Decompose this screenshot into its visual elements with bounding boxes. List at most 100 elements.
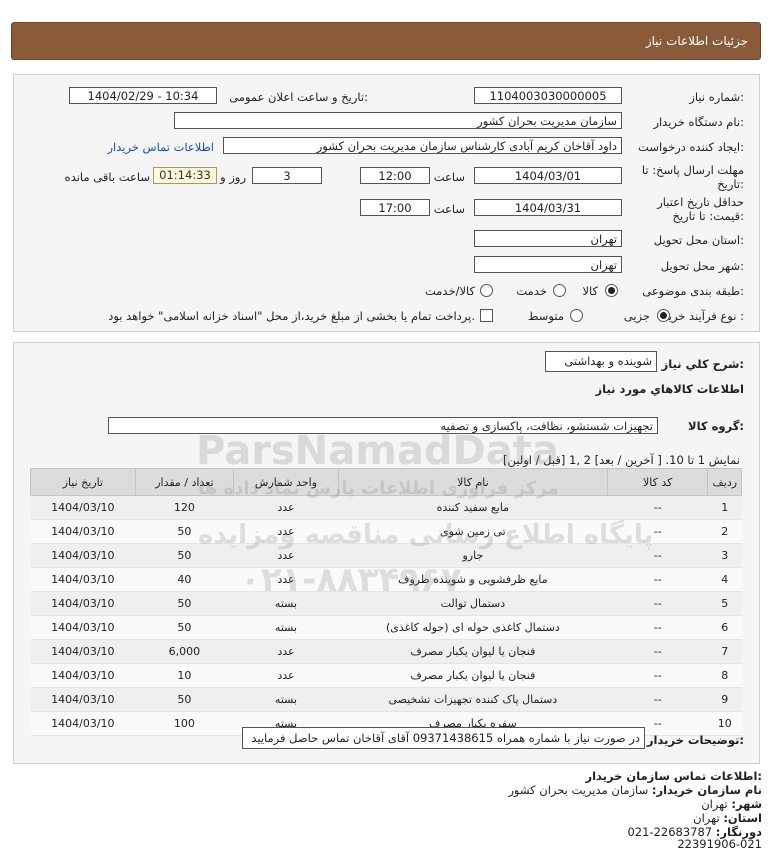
group-field: تجهیزات شستشو، نظافت، پاکسازی و تصفیه bbox=[108, 417, 658, 434]
page-header: جزئیات اطلاعات نیاز bbox=[11, 22, 761, 60]
col-code[interactable]: کد کالا bbox=[606, 468, 709, 496]
category-radio-both[interactable] bbox=[480, 284, 493, 297]
col-row[interactable]: ردیف bbox=[707, 468, 742, 496]
cell-name: دستمال توالت bbox=[338, 591, 608, 616]
contact-org-label: نام سازمان خریدار: bbox=[651, 783, 762, 797]
contact-phone: 22391906-021 bbox=[677, 837, 762, 851]
announce-label: تاریخ و ساعت اعلان عمومی: bbox=[229, 90, 368, 104]
table-row: 5 -- دستمال توالت بسته 50 1404/03/10 bbox=[30, 591, 742, 616]
cell-unit: عدد bbox=[233, 663, 339, 688]
deadline-label: مهلت ارسال پاسخ: تا تاریخ: bbox=[642, 163, 744, 191]
city-field: تهران bbox=[474, 256, 622, 273]
goods-table: ردیف کد کالا نام کالا واحد شمارش تعداد /… bbox=[30, 468, 742, 736]
cell-unit: بسته bbox=[233, 591, 339, 616]
cell-unit: عدد bbox=[233, 495, 339, 520]
buyer-org-label: نام دستگاه خریدار: bbox=[653, 115, 744, 129]
deadline-time-field: 12:00 bbox=[360, 167, 430, 184]
cell-qty: 6,000 bbox=[135, 639, 234, 664]
cell-unit: عدد bbox=[233, 543, 339, 568]
cell-date: 1404/03/10 bbox=[30, 687, 136, 712]
category-option-goods: کالا bbox=[582, 284, 598, 298]
contact-city-label: شهر: bbox=[731, 797, 762, 811]
cell-name: مایع سفید کننده bbox=[338, 495, 608, 520]
deadline-date-field: 1404/03/01 bbox=[474, 167, 622, 184]
cell-code: -- bbox=[607, 495, 708, 520]
contact-province: استان: تهران bbox=[693, 811, 762, 825]
treasury-payment-checkbox[interactable] bbox=[480, 309, 493, 322]
group-label: گروه کالا: bbox=[688, 419, 744, 433]
cell-qty: 50 bbox=[135, 543, 234, 568]
validity-label-line1: حداقل تاریخ اعتبار bbox=[657, 195, 744, 209]
table-row: 3 -- جارو عدد 50 1404/03/10 bbox=[30, 543, 742, 568]
paging-info[interactable]: نمایش 1 تا 10. [ آخرین / بعد] 2 ,1 [قبل … bbox=[503, 453, 740, 467]
contact-city: شهر: تهران bbox=[701, 797, 762, 811]
cell-name: تی زمین شوی bbox=[338, 519, 608, 544]
cell-date: 1404/03/10 bbox=[30, 519, 136, 544]
creator-label: ایجاد کننده درخواست: bbox=[638, 140, 744, 154]
cell-unit: عدد bbox=[233, 519, 339, 544]
days-label: روز و bbox=[220, 170, 246, 184]
cell-code: -- bbox=[607, 567, 708, 592]
contact-title: اطلاعات تماس سازمان خریدار: bbox=[585, 769, 762, 783]
validity-time-field: 17:00 bbox=[360, 199, 430, 216]
validity-label: حداقل تاریخ اعتبار قیمت: تا تاریخ: bbox=[657, 195, 744, 223]
contact-province-value: تهران bbox=[693, 811, 720, 825]
col-date[interactable]: تاریخ نیاز bbox=[30, 468, 136, 496]
process-radio-minor[interactable] bbox=[657, 309, 670, 322]
process-radio-medium[interactable] bbox=[570, 309, 583, 322]
cell-code: -- bbox=[607, 687, 708, 712]
table-header-row: ردیف کد کالا نام کالا واحد شمارش تعداد /… bbox=[30, 468, 742, 496]
contact-city-value: تهران bbox=[701, 797, 728, 811]
announce-field: 1404/02/29 - 10:34 bbox=[69, 87, 217, 104]
cell-row: 9 bbox=[707, 687, 742, 712]
contact-province-label: استان: bbox=[723, 811, 762, 825]
province-label: استان محل تحویل: bbox=[653, 233, 744, 247]
category-option-service: خدمت bbox=[516, 284, 547, 298]
process-option-minor: جزیی bbox=[623, 309, 650, 323]
cell-date: 1404/03/10 bbox=[30, 495, 136, 520]
buyer-org-field: سازمان مدیریت بحران کشور bbox=[174, 112, 622, 129]
cell-code: -- bbox=[607, 639, 708, 664]
category-radio-goods[interactable] bbox=[605, 284, 618, 297]
col-name[interactable]: نام کالا bbox=[337, 468, 608, 496]
cell-row: 2 bbox=[707, 519, 742, 544]
cell-qty: 10 bbox=[135, 663, 234, 688]
cell-qty: 50 bbox=[135, 615, 234, 640]
cell-row: 1 bbox=[707, 495, 742, 520]
cell-unit: بسته bbox=[233, 615, 339, 640]
cell-date: 1404/03/10 bbox=[30, 639, 136, 664]
summary-field: شوینده و بهداشتی bbox=[545, 351, 657, 372]
contact-org-value: سازمان مدیریت بحران کشور bbox=[508, 783, 649, 797]
cell-name: جارو bbox=[338, 543, 608, 568]
buyer-contact-link[interactable]: اطلاعات تماس خریدار bbox=[107, 140, 214, 154]
cell-qty: 120 bbox=[135, 495, 234, 520]
payment-note: پرداخت تمام یا بخشی از مبلغ خرید،از محل … bbox=[108, 309, 475, 323]
validity-label-line2: قیمت: تا تاریخ: bbox=[672, 209, 744, 223]
cell-name: مایع ظرفشویی و شوینده ظروف bbox=[338, 567, 608, 592]
goods-table-body: 1 -- مایع سفید کننده عدد 120 1404/03/10 2 -- تی … bbox=[30, 495, 742, 736]
remaining-time-field: 01:14:33 bbox=[153, 167, 217, 184]
cell-qty: 50 bbox=[135, 519, 234, 544]
goods-info-title: اطلاعات کالاهاي مورد نياز bbox=[595, 382, 744, 396]
col-unit[interactable]: واحد شمارش bbox=[233, 468, 339, 496]
cell-row: 4 bbox=[707, 567, 742, 592]
cell-date: 1404/03/10 bbox=[30, 663, 136, 688]
cell-qty: 50 bbox=[135, 591, 234, 616]
cell-date: 1404/03/10 bbox=[30, 711, 136, 736]
buyer-notes-label: توضیحات خریدار: bbox=[646, 733, 744, 747]
col-qty[interactable]: تعداد / مقدار bbox=[134, 468, 235, 496]
validity-date-field: 1404/03/31 bbox=[474, 199, 622, 216]
cell-unit: عدد bbox=[233, 639, 339, 664]
category-radio-service[interactable] bbox=[553, 284, 566, 297]
need-number-field: 1104003030000005 bbox=[474, 87, 622, 104]
cell-name: دستمال کاغذی حوله ای (حوله کاغذی) bbox=[338, 615, 608, 640]
cell-row: 5 bbox=[707, 591, 742, 616]
cell-code: -- bbox=[607, 615, 708, 640]
creator-field: داود آقاخان کریم آبادی کارشناس سازمان مد… bbox=[223, 137, 622, 154]
cell-row: 3 bbox=[707, 543, 742, 568]
days-field: 3 bbox=[252, 167, 322, 184]
cell-name: دستمال پاک کننده تجهیزات تشخیصی bbox=[338, 687, 608, 712]
cell-name: فنجان یا لیوان یکبار مصرف bbox=[338, 663, 608, 688]
cell-date: 1404/03/10 bbox=[30, 615, 136, 640]
process-option-medium: متوسط bbox=[527, 309, 564, 323]
